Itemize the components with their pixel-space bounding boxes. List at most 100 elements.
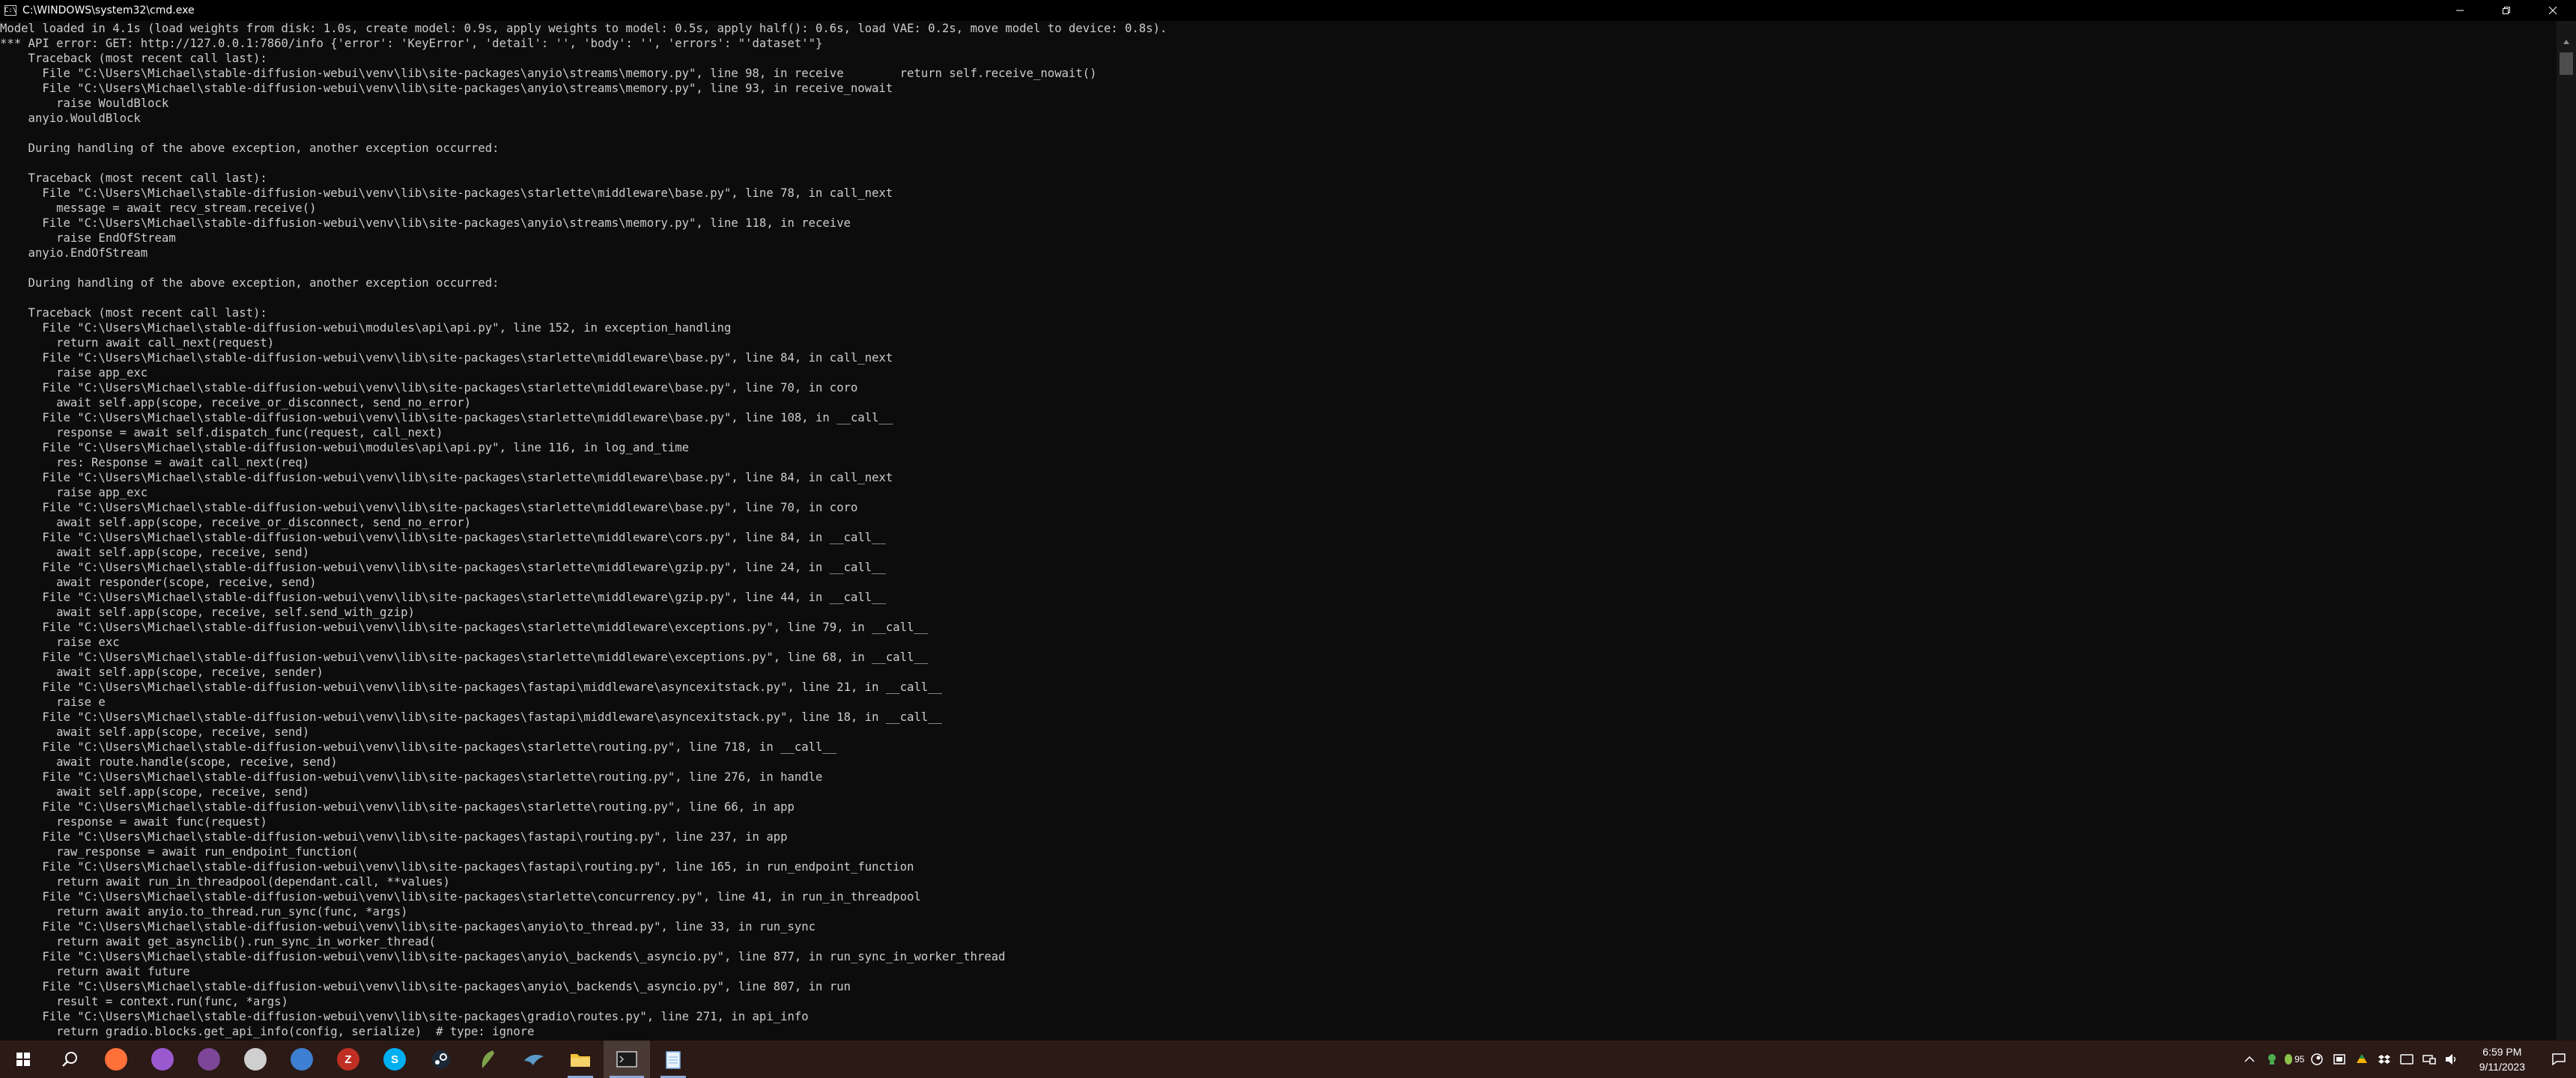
console-line: During handling of the above exception, … (0, 141, 499, 155)
feather-app-icon (478, 1049, 497, 1070)
windows-logo-icon (16, 1052, 31, 1067)
console-line: File "C:\Users\Michael\stable-diffusion-… (0, 561, 886, 574)
folder-icon (570, 1051, 591, 1068)
console-line: raise WouldBlock (0, 97, 169, 110)
console-line: raise app_exc (0, 366, 148, 380)
console-output[interactable]: Model loaded in 4.1s (load weights from … (0, 21, 2557, 1041)
firefox-icon (105, 1048, 127, 1071)
taskbar-app-bird[interactable] (511, 1041, 557, 1078)
restore-button[interactable] (2483, 0, 2530, 21)
tray-dropbox[interactable] (2373, 1041, 2396, 1078)
tray-network[interactable] (2418, 1041, 2440, 1078)
dropbox-icon (2378, 1055, 2390, 1064)
tray-window[interactable] (2328, 1041, 2351, 1078)
console-line: File "C:\Users\Michael\stable-diffusion-… (0, 591, 886, 604)
filezilla-icon: Z (337, 1048, 359, 1071)
leaf-tray-icon (2285, 1054, 2293, 1065)
speaker-icon (2445, 1054, 2455, 1065)
taskbar-filezilla[interactable]: Z (325, 1041, 371, 1078)
taskbar-app-blue-orb[interactable] (279, 1041, 325, 1078)
console-line: File "C:\Users\Michael\stable-diffusion-… (0, 621, 929, 634)
taskbar-steam[interactable] (418, 1041, 464, 1078)
notification-center-button[interactable] (2542, 1041, 2576, 1078)
console-line: result = context.run(func, *args) (0, 995, 288, 1008)
console-line: raise exc (0, 636, 120, 649)
taskbar-unity[interactable] (232, 1041, 279, 1078)
console-line: return await future (0, 965, 190, 978)
minimize-button[interactable] (2437, 0, 2483, 21)
tray-overflow-button[interactable] (2238, 1041, 2261, 1078)
bird-app-icon (523, 1050, 545, 1068)
console-line: File "C:\Users\Michael\stable-diffusion-… (0, 381, 858, 395)
taskbar-command-prompt[interactable] (604, 1041, 650, 1078)
tray-drive[interactable] (2351, 1041, 2373, 1078)
close-button[interactable] (2530, 0, 2576, 21)
skype-icon: S (383, 1048, 406, 1071)
console-line: await self.app(scope, receive, sender) (0, 666, 323, 679)
taskbar-clock[interactable]: 6:59 PM 9/11/2023 (2463, 1041, 2542, 1078)
taskbar-tor[interactable] (186, 1041, 232, 1078)
console-line: raw_response = await run_endpoint_functi… (0, 845, 359, 859)
console-line: raise app_exc (0, 486, 148, 499)
tray-volume[interactable] (2440, 1041, 2463, 1078)
console-line: File "C:\Users\Michael\stable-diffusion-… (0, 501, 858, 514)
console-line: File "C:\Users\Michael\stable-diffusion-… (0, 860, 914, 874)
taskbar-firefox[interactable] (93, 1041, 139, 1078)
network-icon (2422, 1055, 2436, 1065)
window-tray-icon (2333, 1054, 2345, 1065)
terminal-icon (616, 1051, 637, 1068)
vertical-scrollbar[interactable] (2557, 21, 2576, 1041)
clock-time: 6:59 PM (2482, 1046, 2522, 1058)
tray-app-green[interactable] (2261, 1041, 2283, 1078)
system-tray: 95 6:59 PM 9/11/2023 (2238, 1041, 2576, 1078)
console-line: File "C:\Users\Michael\stable-diffusion-… (0, 471, 893, 484)
console-line: File "C:\Users\Michael\stable-diffusion-… (0, 830, 788, 844)
console-line: anyio.EndOfStream (0, 246, 148, 260)
console-line: File "C:\Users\Michael\stable-diffusion-… (0, 1010, 809, 1023)
console-line: return await run_in_threadpool(dependant… (0, 875, 450, 889)
taskbar-inkscape-like[interactable] (464, 1041, 511, 1078)
search-icon (61, 1050, 79, 1068)
console-line: File "C:\Users\Michael\stable-diffusion-… (0, 186, 893, 200)
taskbar-start[interactable] (0, 1041, 46, 1078)
console-line: Traceback (most recent call last): (0, 171, 267, 185)
console-line: Traceback (most recent call last): (0, 306, 267, 320)
console-line: File "C:\Users\Michael\stable-diffusion-… (0, 411, 893, 424)
google-drive-icon (2356, 1054, 2367, 1063)
chevron-up-icon (2563, 40, 2569, 44)
console-line: File "C:\Users\Michael\stable-diffusion-… (0, 216, 851, 230)
console-line: File "C:\Users\Michael\stable-diffusion-… (0, 980, 851, 993)
taskbar-search[interactable] (46, 1041, 93, 1078)
taskbar-notepad-like[interactable] (650, 1041, 696, 1078)
tray-temperature[interactable]: 95 (2283, 1041, 2306, 1078)
taskbar-skype[interactable]: S (371, 1041, 418, 1078)
console-line: File "C:\Users\Michael\stable-diffusion-… (0, 950, 1006, 963)
taskbar: ZS 95 6:59 PM 9/11/2023 (0, 1041, 2576, 1078)
console-line: File "C:\Users\Michael\stable-diffusion-… (0, 710, 943, 724)
console-line: File "C:\Users\Michael\stable-diffusion-… (0, 441, 690, 454)
temperature-badge: 95 (2294, 1054, 2305, 1065)
cmd-app-icon: C:\ (4, 5, 16, 16)
console-line: await self.app(scope, receive_or_disconn… (0, 396, 472, 409)
console-line: await route.handle(scope, receive, send) (0, 755, 338, 769)
taskbar-file-explorer[interactable] (557, 1041, 604, 1078)
console-line: anyio.WouldBlock (0, 112, 141, 125)
taskbar-app-purple-cat[interactable] (139, 1041, 186, 1078)
console-line: File "C:\Users\Michael\stable-diffusion-… (0, 321, 732, 335)
cat-app-icon (151, 1048, 174, 1071)
tray-tablet[interactable] (2396, 1041, 2418, 1078)
console-line: File "C:\Users\Michael\stable-diffusion-… (0, 651, 929, 664)
console-line: File "C:\Users\Michael\stable-diffusion-… (0, 82, 893, 95)
scroll-up-button[interactable] (2557, 34, 2576, 49)
console-line: File "C:\Users\Michael\stable-diffusion-… (0, 770, 823, 784)
window-controls (2437, 0, 2576, 21)
window-title: C:\WINDOWS\system32\cmd.exe (22, 4, 195, 16)
console-line: message = await recv_stream.receive() (0, 201, 317, 215)
console-line: File "C:\Users\Michael\stable-diffusion-… (0, 890, 921, 904)
tray-steam[interactable] (2306, 1041, 2328, 1078)
scroll-thumb[interactable] (2560, 52, 2573, 75)
window-titlebar[interactable]: C:\ C:\WINDOWS\system32\cmd.exe (0, 0, 2576, 21)
